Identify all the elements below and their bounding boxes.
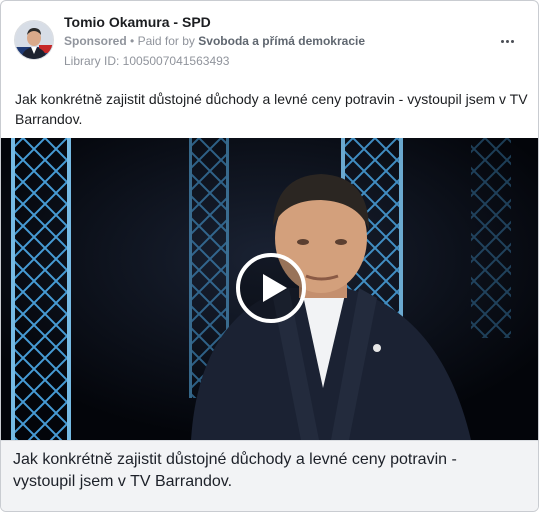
play-button[interactable]: [235, 252, 307, 324]
play-icon: [236, 253, 306, 323]
ad-header: Tomio Okamura - SPD Sponsored • Paid for…: [1, 1, 538, 76]
library-id: Library ID: 1005007041563493: [64, 54, 230, 68]
avatar-image: [15, 21, 53, 59]
page-name[interactable]: Tomio Okamura - SPD: [64, 14, 211, 30]
meta-separator: •: [130, 34, 135, 48]
ad-card: Tomio Okamura - SPD Sponsored • Paid for…: [0, 0, 539, 512]
link-caption-text: Jak konkrétně zajistit důstojné důchody …: [13, 451, 457, 490]
payer-name: Svoboda a přímá demokracie: [198, 34, 366, 48]
post-text: Jak konkrétně zajistit důstojné důchody …: [15, 91, 528, 127]
more-options-button[interactable]: [495, 31, 519, 51]
link-caption-bar[interactable]: Jak konkrétně zajistit důstojné důchody …: [1, 440, 538, 511]
sponsorship-line: Sponsored • Paid for by Svoboda a přímá …: [64, 34, 365, 48]
paid-for-label: Paid for by: [137, 34, 195, 48]
page-avatar[interactable]: [14, 20, 54, 60]
sponsored-label: Sponsored: [64, 34, 127, 48]
more-horizontal-icon: [500, 39, 515, 43]
